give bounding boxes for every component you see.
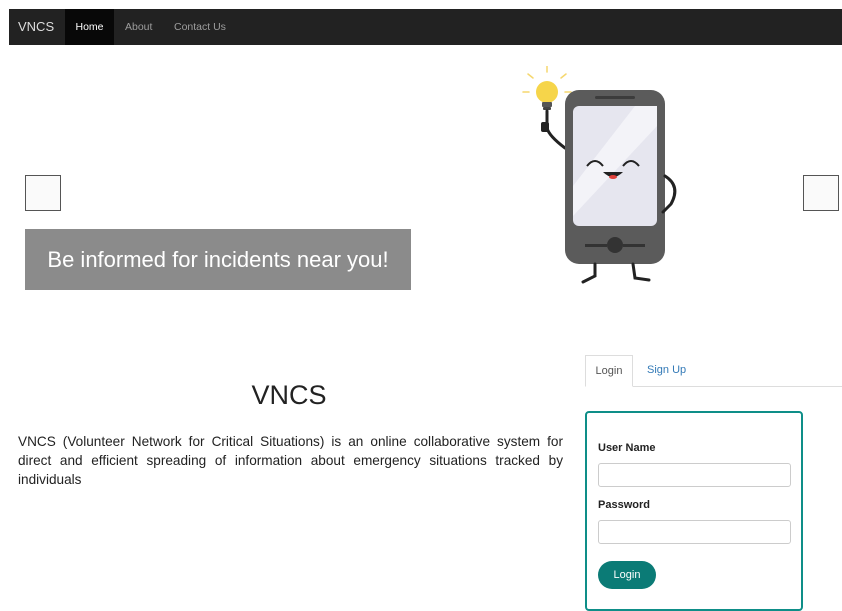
carousel-prev-button[interactable] — [25, 175, 61, 211]
username-input[interactable] — [598, 463, 791, 487]
password-label: Password — [598, 499, 650, 511]
tab-login[interactable]: Login — [585, 355, 633, 387]
username-label: User Name — [598, 442, 656, 454]
brand-link[interactable]: VNCS — [18, 9, 54, 45]
nav-home[interactable]: Home — [65, 9, 114, 45]
login-button[interactable]: Login — [598, 561, 656, 589]
phone-mascot-illustration — [522, 66, 677, 284]
carousel-caption: Be informed for incidents near you! — [25, 229, 411, 290]
password-input[interactable] — [598, 520, 791, 544]
description-text: VNCS (Volunteer Network for Critical Sit… — [18, 434, 563, 487]
nav-about[interactable]: About — [125, 9, 157, 45]
top-navbar: VNCS Home About Contact Us — [9, 9, 842, 45]
page-title: VNCS — [251, 380, 327, 410]
carousel-next-button[interactable] — [803, 175, 839, 211]
nav-contact-us[interactable]: Contact Us — [174, 9, 234, 45]
tab-sign-up[interactable]: Sign Up — [647, 355, 686, 386]
